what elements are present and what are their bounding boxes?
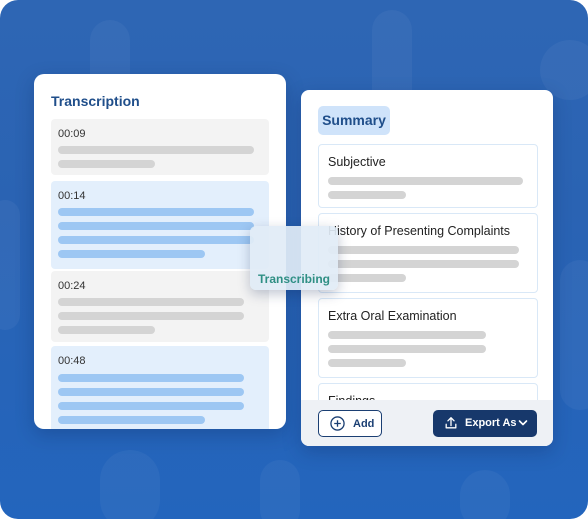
text-placeholder xyxy=(58,416,205,424)
transcribing-indicator: Transcribing xyxy=(250,226,338,290)
plus-circle-icon xyxy=(330,416,345,431)
export-as-button[interactable]: Export As xyxy=(433,410,537,437)
text-placeholder xyxy=(58,250,205,258)
transcription-title: Transcription xyxy=(51,93,140,109)
export-button-label: Export As xyxy=(465,417,517,429)
text-placeholder xyxy=(58,222,254,230)
text-placeholder xyxy=(58,236,254,244)
transcription-panel: Transcription 00:09 00:14 00:24 00:48 xyxy=(34,74,286,429)
text-placeholder xyxy=(58,402,244,410)
text-placeholder xyxy=(58,326,155,334)
transcript-entry[interactable]: 00:09 xyxy=(51,119,269,175)
transcript-entry[interactable]: 00:14 xyxy=(51,181,269,269)
transcript-entry[interactable]: 00:48 xyxy=(51,346,269,429)
text-placeholder xyxy=(328,260,519,268)
add-button-label: Add xyxy=(353,418,375,430)
entry-timestamp: 00:48 xyxy=(58,355,86,367)
entry-timestamp: 00:24 xyxy=(58,280,86,292)
text-placeholder xyxy=(328,359,406,367)
transcript-entry[interactable]: 00:24 xyxy=(51,271,269,342)
summary-section-history[interactable]: History of Presenting Complaints xyxy=(318,213,538,293)
entry-timestamp: 00:14 xyxy=(58,190,86,202)
add-button[interactable]: Add xyxy=(318,410,382,437)
text-placeholder xyxy=(328,345,486,353)
sound-wave-icon xyxy=(264,234,323,264)
entry-timestamp: 00:09 xyxy=(58,128,86,140)
text-placeholder xyxy=(58,312,244,320)
summary-title: Summary xyxy=(318,106,390,135)
text-placeholder xyxy=(58,160,155,168)
text-placeholder xyxy=(328,191,406,199)
upload-icon xyxy=(445,417,457,429)
summary-panel: Summary Subjective History of Presenting… xyxy=(301,90,553,446)
summary-section-extra-oral[interactable]: Extra Oral Examination xyxy=(318,298,538,378)
transcribing-label: Transcribing xyxy=(257,272,331,286)
text-placeholder xyxy=(58,374,244,382)
text-placeholder xyxy=(58,298,244,306)
summary-section-subjective[interactable]: Subjective xyxy=(318,144,538,208)
text-placeholder xyxy=(58,208,254,216)
summary-footer: Add Export As xyxy=(301,400,553,446)
section-title: History of Presenting Complaints xyxy=(328,224,511,238)
section-title: Subjective xyxy=(328,155,386,169)
text-placeholder xyxy=(328,246,519,254)
text-placeholder xyxy=(328,177,523,185)
section-title: Extra Oral Examination xyxy=(328,309,457,323)
text-placeholder xyxy=(328,331,486,339)
text-placeholder xyxy=(58,388,244,396)
text-placeholder xyxy=(58,146,254,154)
text-placeholder xyxy=(328,274,406,282)
chevron-down-icon xyxy=(518,420,528,426)
